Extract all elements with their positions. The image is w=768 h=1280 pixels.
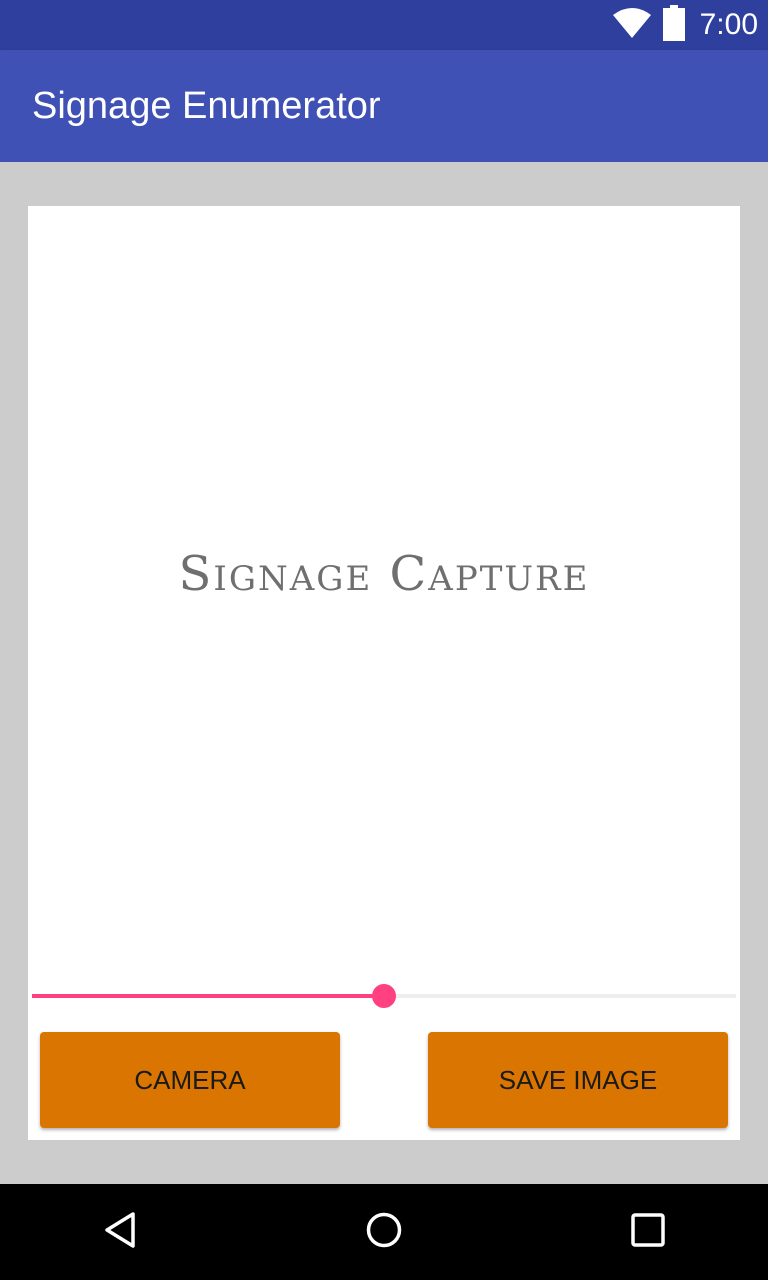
wifi-icon (612, 7, 652, 44)
battery-icon (662, 4, 686, 46)
app-title: Signage Enumerator (32, 85, 381, 127)
navigation-bar (0, 1184, 768, 1280)
capture-preview: Signage Capture (28, 206, 740, 966)
save-image-button[interactable]: SAVE IMAGE (428, 1032, 728, 1128)
recents-button[interactable] (600, 1184, 696, 1280)
status-clock: 7:00 (699, 8, 758, 41)
app-bar: Signage Enumerator (0, 50, 768, 162)
slider-thumb[interactable] (372, 984, 396, 1008)
back-icon (100, 1210, 140, 1255)
main-content: Signage Capture CAMERA SAVE IMAGE (0, 162, 768, 1184)
home-button[interactable] (336, 1184, 432, 1280)
status-bar: 7:00 (0, 0, 768, 50)
camera-button[interactable]: CAMERA (40, 1032, 340, 1128)
capture-placeholder-text: Signage Capture (178, 546, 590, 602)
home-icon (364, 1210, 404, 1255)
back-button[interactable] (72, 1184, 168, 1280)
capture-card: Signage Capture CAMERA SAVE IMAGE (28, 206, 740, 1140)
recents-icon (630, 1212, 666, 1253)
status-icons: 7:00 (612, 0, 758, 50)
seek-slider[interactable] (32, 982, 736, 1010)
slider-fill (32, 994, 384, 998)
